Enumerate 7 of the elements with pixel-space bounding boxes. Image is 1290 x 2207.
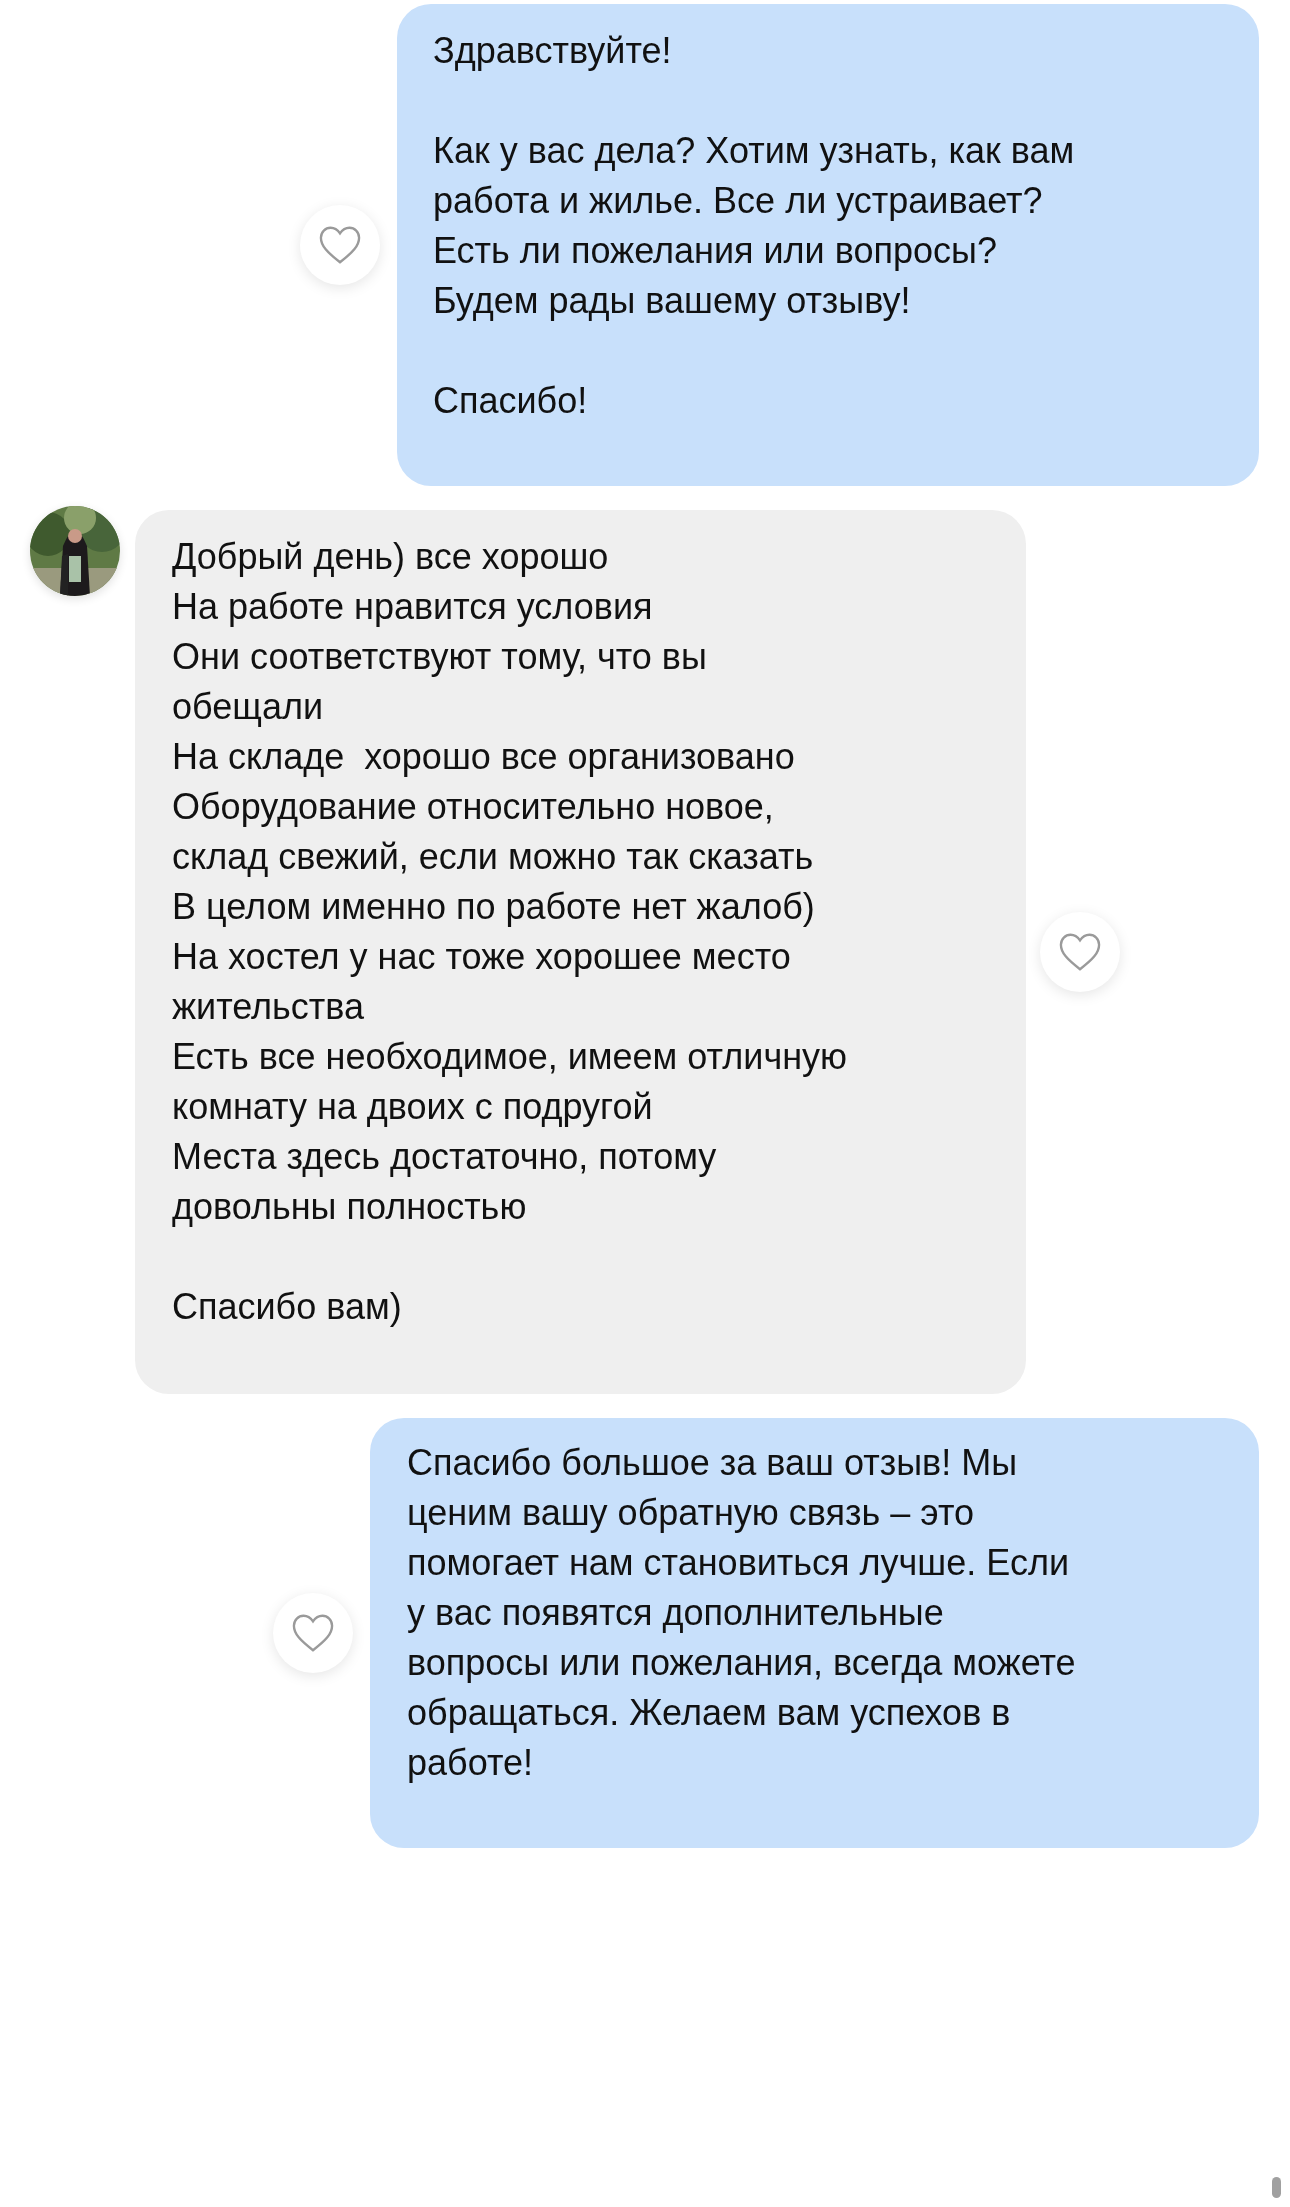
scroll-indicator	[1272, 2177, 1281, 2198]
heart-icon	[318, 225, 362, 265]
received-message: Добрый день) все хорошо На работе нравится условия Они соответствуют тому, что вы обещали На складе хорошо все организовано Оборудование относительно новое, склад свежий, если можно так сказать В целом именно по работе нет жалоб) На хостел у нас тоже хорошее место жительства Есть все необходимое, имеем отличную комнату на двоих с подругой Места здесь достаточно, потому довольны полностью Спасибо вам)	[135, 510, 1026, 1394]
heart-icon	[1058, 932, 1102, 972]
sent-message: Здравствуйте! Как у вас дела? Хотим узнать, как вам работа и жилье. Все ли устраивает? Есть ли пожелания или вопросы? Будем рады вашему отзыву! Спасибо!	[397, 4, 1259, 486]
heart-icon	[291, 1613, 335, 1653]
sent-message: Спасибо большое за ваш отзыв! Мы ценим вашу обратную связь – это помогает нам становиться лучше. Если у вас появятся дополнительные вопросы или пожелания, всегда можете обращаться. Желаем вам успехов в работе!	[370, 1418, 1259, 1848]
